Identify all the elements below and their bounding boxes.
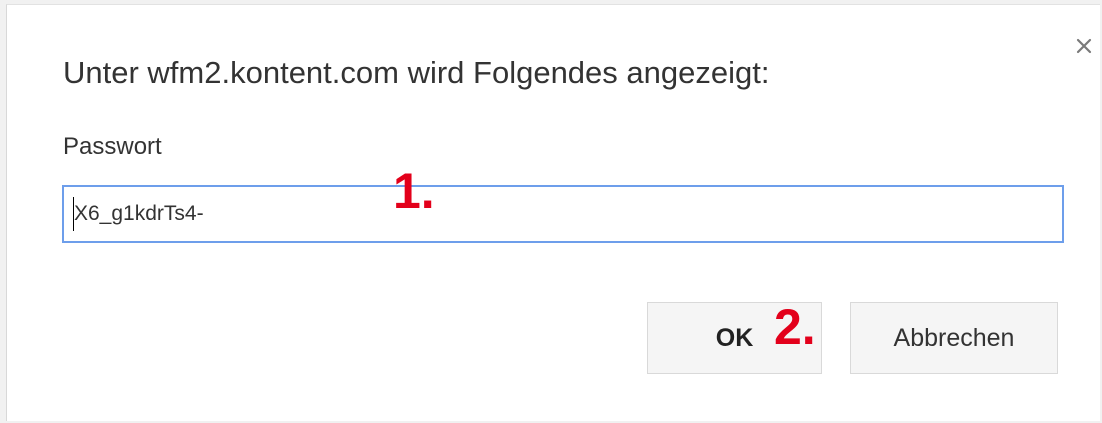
password-label: Passwort bbox=[63, 133, 162, 160]
step-annotation-2: 2. bbox=[774, 299, 816, 355]
dialog-title: Unter wfm2.kontent.com wird Folgendes an… bbox=[63, 55, 770, 90]
close-icon bbox=[1076, 38, 1092, 54]
text-caret bbox=[73, 197, 74, 231]
close-button[interactable] bbox=[1069, 31, 1099, 61]
prompt-dialog: Unter wfm2.kontent.com wird Folgendes an… bbox=[6, 4, 1100, 421]
password-input-container[interactable] bbox=[62, 185, 1064, 243]
step-annotation-1: 1. bbox=[393, 163, 435, 219]
cancel-button[interactable]: Abbrechen bbox=[850, 302, 1058, 374]
password-input[interactable] bbox=[64, 187, 1062, 241]
